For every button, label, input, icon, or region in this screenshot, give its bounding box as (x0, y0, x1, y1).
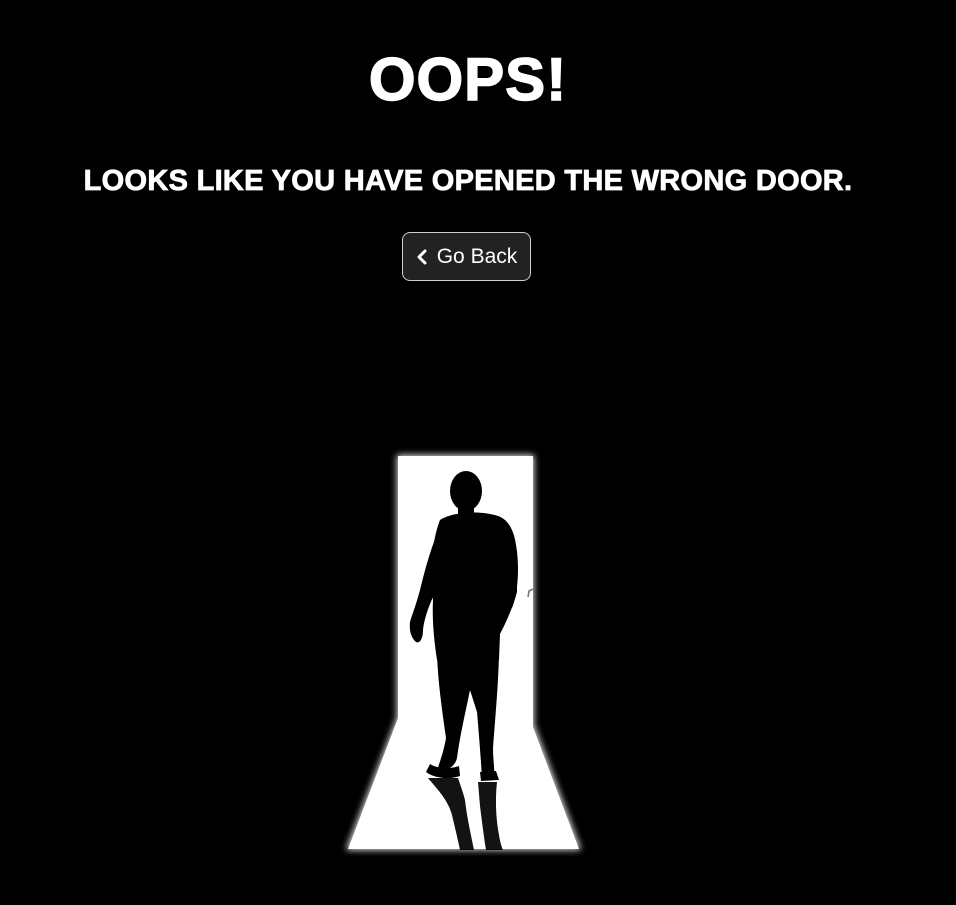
person-silhouette (409, 471, 518, 781)
door-illustration (346, 455, 581, 850)
door-opening (398, 456, 533, 722)
chevron-left-icon (416, 249, 428, 265)
go-back-button[interactable]: Go Back (402, 232, 531, 281)
door-handle (527, 588, 534, 598)
floor-light (348, 718, 579, 849)
error-title: OOPS! (368, 45, 568, 114)
person-reflection (428, 778, 503, 850)
error-message: LOOKS LIKE YOU HAVE OPENED THE WRONG DOO… (83, 165, 853, 198)
door-glow (346, 455, 581, 850)
go-back-label: Go Back (436, 244, 518, 268)
